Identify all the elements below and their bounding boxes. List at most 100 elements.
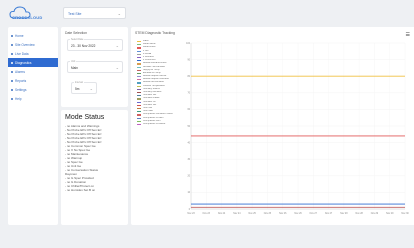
y-tick-label: 70: [187, 93, 190, 95]
sidebar: Home Site Overview Live Data Diagnostics Ala…: [8, 27, 58, 225]
legend-swatch: [137, 92, 141, 94]
y-tick-label: 60: [187, 109, 190, 111]
logo-text: CROSSCLOUD: [12, 15, 43, 20]
x-tick-label: Nov 29: [371, 213, 379, 215]
mode-status-title: Mode Status: [65, 114, 105, 121]
date-field-label: Select Date: [70, 38, 85, 41]
legend-swatch: [137, 88, 141, 90]
top-bar: CROSSCLOUD Test Site ⌄: [0, 0, 414, 27]
legend-label: Actuator Set Demand: [143, 65, 165, 68]
unit-select[interactable]: Unit Main ⌄: [67, 60, 123, 73]
nav-dot-icon: [11, 88, 13, 91]
legend-swatch: [137, 85, 141, 87]
chevron-down-icon: ⌄: [115, 65, 119, 70]
unit-select-label: Unit: [70, 60, 77, 63]
site-select-value: Test Site: [68, 12, 82, 16]
x-tick-label: Nov 29: [386, 213, 394, 215]
legend-swatch: [137, 69, 141, 71]
legend-label: Mode Name: [143, 43, 156, 46]
nav-dot-icon: [11, 97, 13, 100]
y-tick-label: 50: [187, 126, 190, 128]
legend-swatch: [137, 47, 141, 49]
x-tick-label: Nov 25: [264, 213, 272, 215]
sidebar-item-label: Reports: [15, 79, 27, 83]
x-tick-label: Nov 28: [340, 213, 348, 215]
legend-item[interactable]: Compressor Pressure: [137, 123, 183, 126]
nav-dot-icon: [11, 79, 13, 82]
legend-label: Humidex On: [143, 100, 156, 103]
mode-status-panel: Mode Status - no Alarms and Warnings - No…: [61, 110, 128, 225]
legend-swatch: [137, 82, 141, 84]
sidebar-item-settings[interactable]: Settings: [8, 85, 58, 94]
legend-swatch: [137, 123, 141, 126]
legend-label: If Actual: [143, 52, 152, 55]
sidebar-item-home[interactable]: Home: [8, 31, 58, 40]
legend-swatch: [137, 107, 141, 110]
legend-label: Mode Active: [143, 46, 156, 49]
chevron-down-icon: ⌄: [115, 43, 119, 48]
legend-swatch: [137, 50, 141, 52]
legend-swatch: [137, 41, 141, 43]
unit-select-value: Main: [71, 66, 78, 70]
sidebar-item-label: Help: [15, 97, 22, 101]
legend-swatch: [137, 98, 141, 100]
mode-status-item: - no Humidex Set B on: [65, 188, 96, 192]
interval-select-value: 5m: [75, 87, 80, 91]
hamburger-icon[interactable]: ☰: [406, 32, 410, 38]
legend-label: Humidex Ahead: [143, 97, 160, 100]
sidebar-item-label: Live Data: [15, 52, 29, 56]
legend-swatch: [137, 60, 141, 62]
sidebar-item-site-overview[interactable]: Site Overview: [8, 40, 58, 49]
chevron-down-icon: ⌄: [117, 11, 121, 16]
legend-label: Reheat Setpoint Demand: [143, 78, 169, 81]
y-tick-label: 0: [189, 209, 191, 211]
legend-label: Humidity Demand: [143, 91, 162, 93]
x-tick-label: Nov 26: [279, 213, 287, 215]
x-tick-label: Nov 26: [294, 213, 302, 215]
x-tick-label: Nov 24: [233, 213, 241, 215]
chevron-down-icon: ⌄: [89, 86, 93, 91]
sidebar-item-label: Diagnostics: [15, 61, 32, 65]
cloud-logo-icon: [9, 6, 31, 19]
sidebar-item-label: Settings: [15, 88, 27, 92]
legend-label: Compressor Demand Protect: [143, 113, 173, 116]
sidebar-item-alarms[interactable]: Alarms: [8, 67, 58, 76]
sidebar-item-live-data[interactable]: Live Data: [8, 49, 58, 58]
date-field-value: 23 - 30 Nov 2022: [71, 44, 96, 48]
y-tick-label: 30: [187, 159, 190, 161]
legend-label: Compressor Run: [143, 119, 161, 122]
site-select[interactable]: Test Site ⌄: [63, 7, 126, 19]
sidebar-item-diagnostics[interactable]: Diagnostics: [8, 58, 58, 67]
sidebar-item-help[interactable]: Help: [8, 94, 58, 103]
legend-swatch: [137, 66, 141, 68]
interval-select[interactable]: Interval 5m ⌄: [71, 81, 97, 94]
nav-dot-icon: [11, 52, 13, 55]
date-selection-panel: Date Selection Select Date 23 - 30 Nov 2…: [61, 27, 128, 107]
legend-label: Reheat Set Demand: [143, 81, 164, 84]
panel-title: Date Selection: [65, 31, 88, 35]
legend-label: Flash: [143, 40, 149, 42]
date-field[interactable]: Select Date 23 - 30 Nov 2022 ⌄: [67, 38, 123, 51]
legend-label: If Set: [143, 49, 149, 52]
x-tick-label: Nov 30: [401, 213, 409, 215]
y-tick-label: 20: [187, 176, 190, 178]
legend-label: Outdoor Temperature: [143, 84, 165, 87]
legend-label: Supply Air Temp: [143, 68, 160, 71]
sidebar-item-reports[interactable]: Reports: [8, 76, 58, 85]
legend-swatch: [137, 53, 141, 55]
sidebar-item-label: Alarms: [15, 70, 25, 74]
nav-dot-icon: [11, 34, 13, 37]
chart-panel: STEM Diagnostic Tracking ☰ Flash Mode Nam…: [131, 27, 414, 225]
legend-label: Reheat Setpoint Active: [143, 75, 167, 78]
legend-swatch: [137, 44, 141, 46]
legend-label: If Correction: [143, 59, 156, 62]
legend-label: If Demand: [143, 55, 154, 58]
legend-swatch: [137, 63, 141, 65]
legend-label: Humidex Set: [143, 94, 157, 97]
legend-swatch: [137, 114, 141, 116]
legend-label: Hum Min: [143, 106, 153, 109]
x-tick-label: Nov 25: [249, 213, 257, 215]
x-tick-label: Nov 27: [325, 213, 333, 215]
nav-dot-icon: [11, 70, 13, 73]
legend-label: Compressor Protect: [143, 116, 164, 119]
